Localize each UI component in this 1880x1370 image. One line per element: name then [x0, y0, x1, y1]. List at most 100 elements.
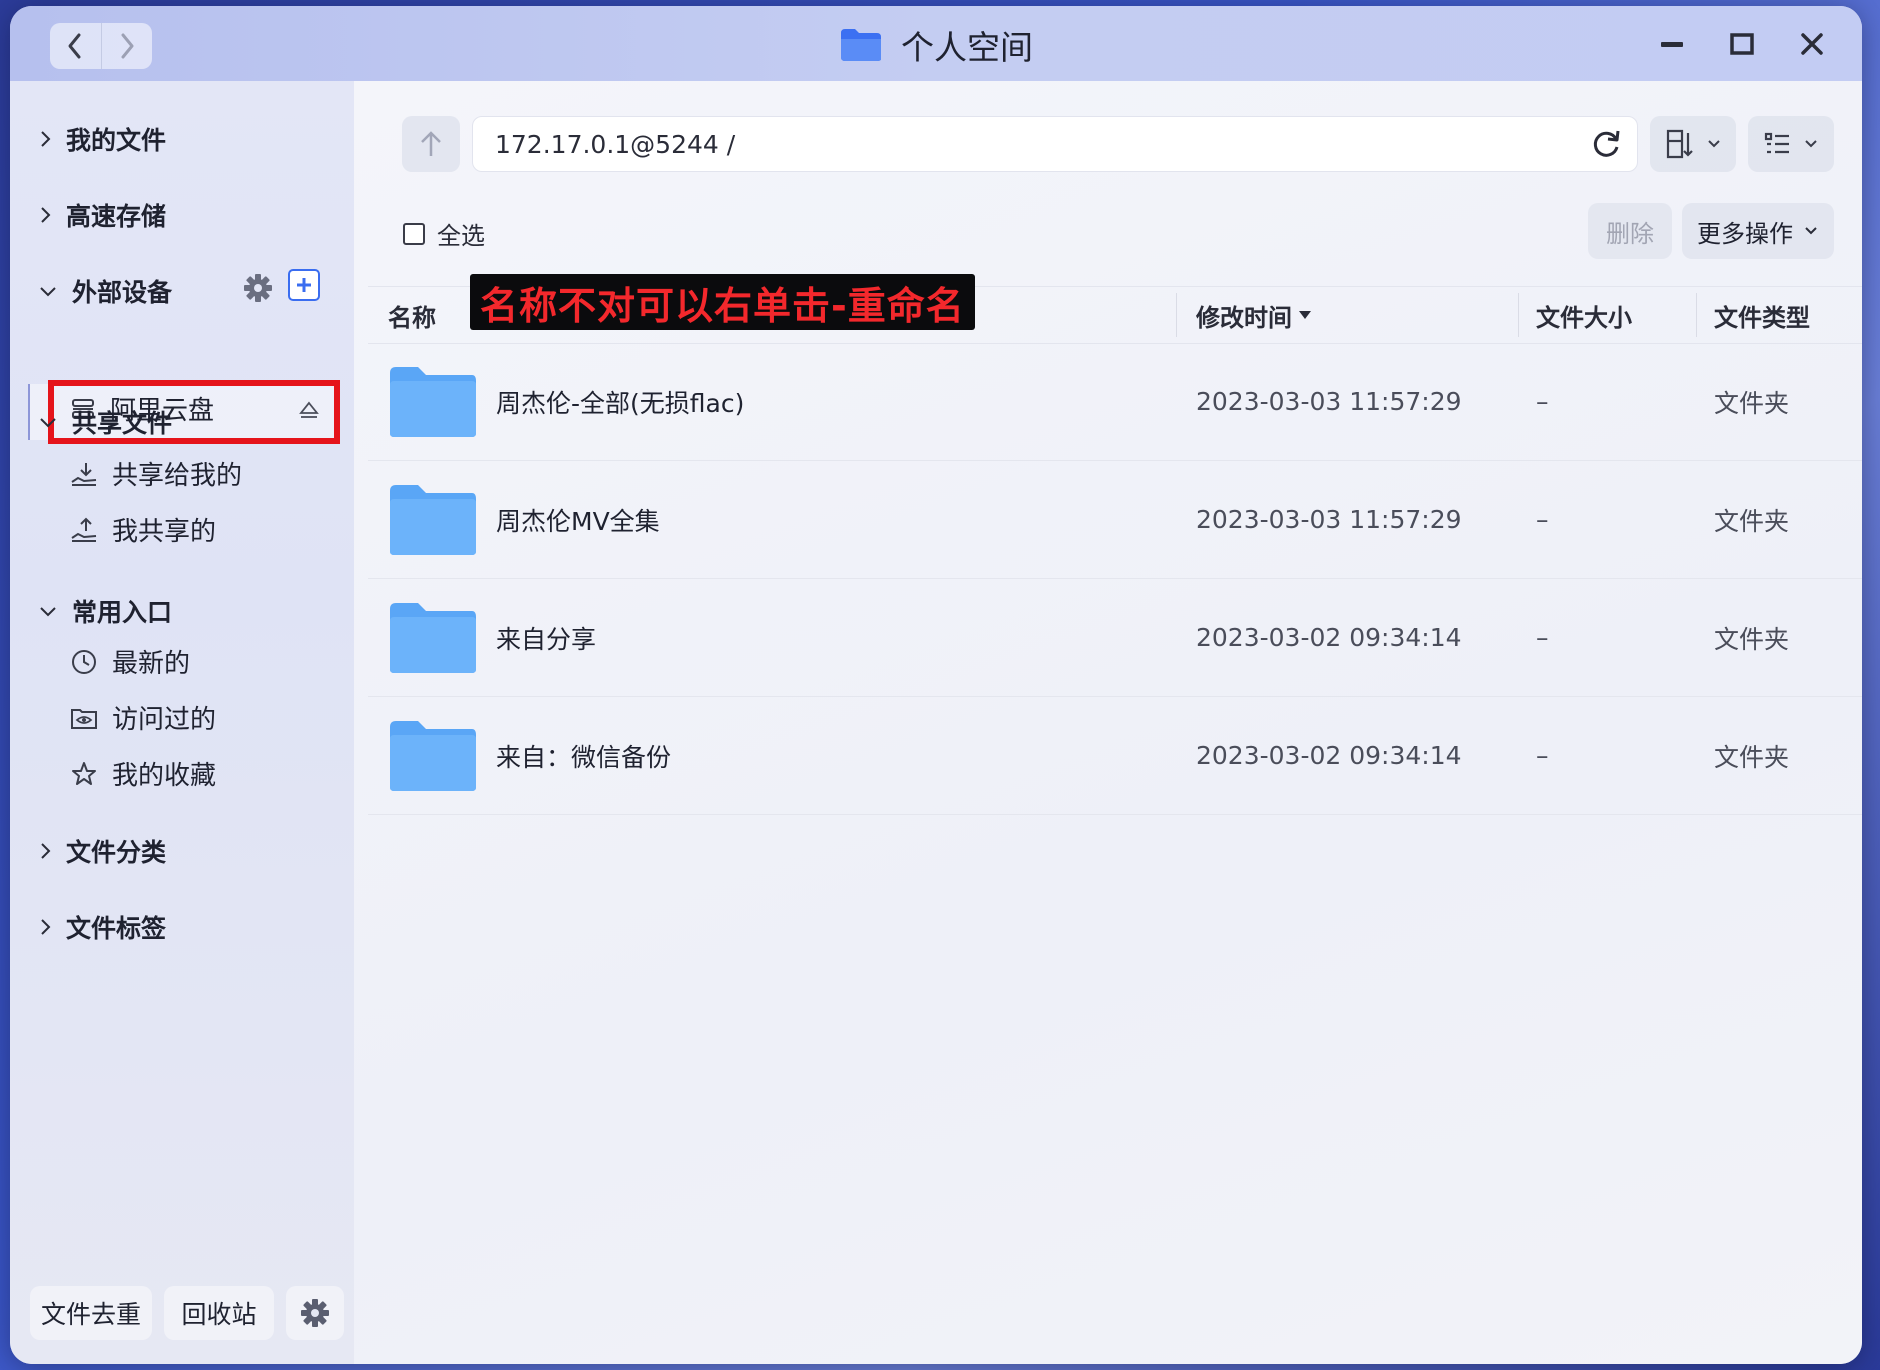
row-mtime: 2023-03-02 09:34:14 — [1196, 741, 1462, 770]
row-mtime: 2023-03-03 11:57:29 — [1196, 505, 1462, 534]
sidebar-item-my-shares[interactable]: 我共享的 — [70, 511, 216, 548]
sidebar-label: 共享给我的 — [112, 461, 243, 491]
sort-icon — [1666, 129, 1693, 159]
minimize-icon — [1661, 42, 1683, 47]
sidebar-label: 常用入口 — [72, 598, 173, 627]
sidebar-label: 访问过的 — [112, 705, 217, 735]
chevron-down-icon — [40, 607, 56, 617]
close-button[interactable] — [1792, 24, 1832, 64]
parent-folder-button[interactable] — [402, 116, 460, 172]
delete-button[interactable]: 删除 — [1588, 203, 1672, 259]
chevron-down-icon — [1708, 140, 1720, 148]
sidebar: 我的文件 高速存储 外部设备 阿里云盘 共享文件 共享给我的 我共享的 常用入口… — [10, 81, 354, 1364]
chevron-down-icon — [40, 418, 56, 428]
sidebar-section-external[interactable]: 外部设备 — [38, 273, 172, 309]
chevron-right-icon — [41, 131, 51, 147]
sidebar-section-shared[interactable]: 共享文件 — [38, 404, 172, 440]
sidebar-label: 我的收藏 — [112, 761, 217, 791]
chevron-down-icon — [40, 287, 56, 297]
chevron-down-icon — [1805, 227, 1817, 235]
maximize-button[interactable] — [1722, 24, 1762, 64]
sidebar-item-favorites[interactable]: 我的收藏 — [70, 755, 216, 792]
arrow-up-icon — [421, 131, 441, 156]
more-actions-button[interactable]: 更多操作 — [1682, 203, 1834, 259]
select-all-label: 全选 — [437, 222, 485, 250]
table-row[interactable]: 来自：微信备份 2023-03-02 09:34:14 – 文件夹 — [368, 697, 1862, 815]
sidebar-label: 我的文件 — [66, 126, 167, 155]
window-title-text: 个人空间 — [901, 28, 1033, 67]
settings-button[interactable] — [286, 1286, 344, 1340]
folder-icon — [390, 721, 476, 791]
row-type: 文件夹 — [1714, 506, 1790, 536]
add-external-button[interactable] — [288, 269, 320, 301]
table-row[interactable]: 来自分享 2023-03-02 09:34:14 – 文件夹 — [368, 579, 1862, 697]
sidebar-label: 我共享的 — [112, 517, 217, 547]
column-name[interactable]: 名称 — [388, 287, 436, 343]
column-divider[interactable] — [1518, 293, 1519, 337]
column-mtime-label: 修改时间 — [1196, 303, 1292, 332]
sidebar-label: 共享文件 — [72, 409, 173, 438]
sidebar-label: 文件分类 — [66, 838, 167, 867]
window-title: 个人空间 — [10, 20, 1862, 70]
row-type: 文件夹 — [1714, 742, 1790, 772]
column-divider[interactable] — [1696, 293, 1697, 337]
sidebar-item-fast-storage[interactable]: 高速存储 — [38, 197, 166, 233]
gear-icon — [244, 274, 272, 302]
sidebar-label: 外部设备 — [72, 278, 173, 307]
table-row[interactable]: 周杰伦MV全集 2023-03-03 11:57:29 – 文件夹 — [368, 461, 1862, 579]
sidebar-item-shared-with-me[interactable]: 共享给我的 — [70, 455, 242, 492]
row-size: – — [1536, 505, 1549, 534]
sidebar-item-visited[interactable]: 访问过的 — [70, 699, 216, 736]
select-all-checkbox[interactable] — [403, 222, 425, 245]
title-bar: 个人空间 — [10, 6, 1862, 81]
sort-desc-icon — [1299, 311, 1311, 319]
window-controls — [1652, 24, 1832, 64]
folder-icon — [390, 367, 476, 437]
dedupe-button[interactable]: 文件去重 — [30, 1286, 152, 1340]
column-type[interactable]: 文件类型 — [1714, 287, 1810, 343]
refresh-icon — [1593, 130, 1620, 157]
sidebar-section-common[interactable]: 常用入口 — [38, 593, 172, 629]
sidebar-item-tags[interactable]: 文件标签 — [38, 909, 166, 945]
row-mtime: 2023-03-03 11:57:29 — [1196, 387, 1462, 416]
row-type: 文件夹 — [1714, 624, 1790, 654]
row-name: 周杰伦-全部(无损flac) — [496, 388, 745, 418]
row-size: – — [1536, 387, 1549, 416]
row-mtime: 2023-03-02 09:34:14 — [1196, 623, 1462, 652]
sidebar-item-categories[interactable]: 文件分类 — [38, 833, 166, 869]
row-name: 来自分享 — [496, 624, 597, 654]
folder-icon — [841, 29, 881, 61]
close-icon — [1801, 33, 1823, 55]
sidebar-label: 文件标签 — [66, 914, 167, 943]
table-row[interactable]: 周杰伦-全部(无损flac) 2023-03-03 11:57:29 – 文件夹 — [368, 343, 1862, 461]
row-name: 周杰伦MV全集 — [496, 506, 660, 536]
more-actions-label: 更多操作 — [1697, 219, 1793, 248]
sidebar-item-my-files[interactable]: 我的文件 — [38, 121, 166, 157]
view-mode-button[interactable] — [1748, 116, 1834, 172]
upload-share-icon — [71, 517, 97, 542]
list-view-icon — [1764, 132, 1789, 154]
refresh-button[interactable] — [1589, 127, 1623, 167]
row-size: – — [1536, 623, 1549, 652]
column-size[interactable]: 文件大小 — [1536, 287, 1632, 343]
external-settings-button[interactable] — [242, 272, 274, 308]
minimize-button[interactable] — [1652, 24, 1692, 64]
path-field[interactable]: 172.17.0.1@5244 / — [472, 116, 1638, 172]
chevron-right-icon — [41, 843, 51, 859]
folder-icon — [390, 485, 476, 555]
sort-button[interactable] — [1650, 116, 1736, 172]
gear-icon — [301, 1299, 329, 1327]
column-divider[interactable] — [1176, 293, 1177, 337]
sidebar-item-recent[interactable]: 最新的 — [70, 643, 190, 680]
folder-icon — [390, 603, 476, 673]
eye-folder-icon — [71, 708, 97, 729]
sidebar-label: 高速存储 — [66, 202, 167, 231]
select-all[interactable]: 全选 — [403, 216, 485, 251]
clock-icon — [72, 649, 96, 674]
column-mtime[interactable]: 修改时间 — [1196, 287, 1312, 343]
sidebar-label: 最新的 — [112, 649, 191, 679]
chevron-right-icon — [41, 919, 51, 935]
recycle-bin-button[interactable]: 回收站 — [164, 1286, 274, 1340]
file-manager-window: 个人空间 我的文件 高速存储 外部设备 阿里云盘 共享文件 共享给我的 我共享的… — [10, 6, 1862, 1364]
row-type: 文件夹 — [1714, 388, 1790, 418]
